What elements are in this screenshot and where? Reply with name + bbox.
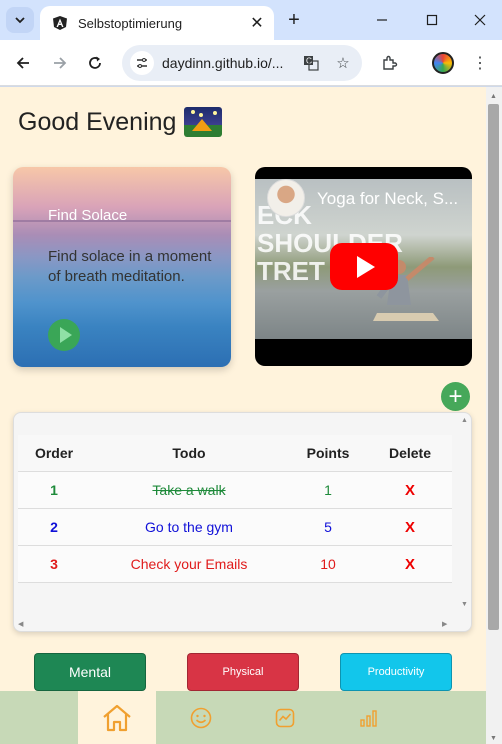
arrow-left-icon <box>16 57 29 69</box>
back-button[interactable] <box>9 49 37 77</box>
table-horizontal-scrollbar[interactable]: ◀ ▶ <box>14 617 458 631</box>
tab-search-button[interactable] <box>6 7 34 33</box>
productivity-label: Productivity <box>367 666 425 678</box>
extensions-icon[interactable] <box>376 49 404 77</box>
points-cell: 10 <box>320 556 336 572</box>
tab-close-icon[interactable]: ✕ <box>246 12 268 34</box>
browser-toolbar: daydinn.github.io/... G ☆ ⋮ <box>0 40 502 86</box>
table-row: 1 Take a walk 1 X <box>18 472 452 509</box>
channel-avatar[interactable] <box>267 179 305 217</box>
delete-button[interactable]: X <box>368 482 452 499</box>
order-cell: 2 <box>50 519 58 535</box>
play-icon[interactable] <box>48 319 80 351</box>
points-cell: 1 <box>324 482 332 498</box>
maximize-icon <box>426 14 438 26</box>
bottom-navigation <box>0 691 486 744</box>
smiley-icon <box>190 707 212 728</box>
header-order: Order <box>34 445 74 461</box>
more-menu-icon[interactable]: ⋮ <box>466 49 494 77</box>
youtube-embed[interactable]: ECK SHOULDER TRET Yoga for Neck, S... <box>255 167 472 366</box>
header-todo: Todo <box>172 445 206 461</box>
physical-label: Physical <box>222 666 264 678</box>
meditation-card: Find Solace Find solace in a moment of b… <box>13 167 231 367</box>
site-settings-icon[interactable] <box>130 51 154 75</box>
bookmark-star-icon[interactable]: ☆ <box>330 50 356 76</box>
scroll-left-icon[interactable]: ◀ <box>18 620 23 628</box>
table-row: 3 Check your Emails 10 X <box>18 546 452 583</box>
reload-icon <box>89 56 101 69</box>
delete-button[interactable]: X <box>368 519 452 536</box>
close-icon <box>474 14 486 26</box>
todo-table: Order Todo Points Delete 1 Take a walk 1… <box>18 435 452 583</box>
chart-line-icon <box>275 708 295 727</box>
physical-button[interactable]: Physical <box>187 653 299 691</box>
page-scrollbar-thumb[interactable] <box>488 104 499 630</box>
youtube-play-icon[interactable] <box>330 243 398 290</box>
todo-cell[interactable]: Take a walk <box>90 482 288 498</box>
nav-mood[interactable] <box>162 691 240 744</box>
table-row: 2 Go to the gym 5 X <box>18 509 452 546</box>
order-cell: 1 <box>50 482 58 498</box>
add-todo-button[interactable]: + <box>441 382 470 411</box>
delete-button[interactable]: X <box>368 556 452 573</box>
table-vertical-scrollbar[interactable]: ▲ ▼ <box>457 413 471 619</box>
greeting-text: Good Evening <box>18 107 177 136</box>
header-points: Points <box>306 445 350 461</box>
browser-tab[interactable]: Selbstoptimierung ✕ <box>40 6 274 40</box>
order-cell: 3 <box>50 556 58 572</box>
angular-icon <box>53 16 67 30</box>
todo-table-container: Order Todo Points Delete 1 Take a walk 1… <box>13 412 472 632</box>
tab-title: Selbstoptimierung <box>78 15 183 31</box>
video-title[interactable]: Yoga for Neck, S... <box>317 189 458 209</box>
reload-button[interactable] <box>81 49 109 77</box>
url-text[interactable]: daydinn.github.io/... <box>162 55 298 71</box>
nav-home[interactable] <box>78 691 156 744</box>
todo-cell[interactable]: Check your Emails <box>90 556 288 572</box>
address-bar[interactable]: daydinn.github.io/... G ☆ <box>122 45 362 81</box>
productivity-button[interactable]: Productivity <box>340 653 452 691</box>
minimize-icon <box>377 19 387 21</box>
minimize-button[interactable] <box>364 6 400 34</box>
nav-trends[interactable] <box>246 691 324 744</box>
greeting-heading: Good Evening <box>18 107 223 137</box>
header-delete: Delete <box>388 445 432 461</box>
page-scroll-down-icon[interactable]: ▼ <box>488 732 499 744</box>
profile-avatar[interactable] <box>432 52 454 74</box>
todo-cell[interactable]: Go to the gym <box>90 519 288 535</box>
points-cell: 5 <box>324 519 332 535</box>
night-camping-icon <box>184 107 223 137</box>
bar-chart-icon <box>360 709 377 727</box>
card-description: Find solace in a moment of breath medita… <box>48 248 212 285</box>
table-header-row: Order Todo Points Delete <box>18 435 452 472</box>
forward-button[interactable] <box>46 49 74 77</box>
mental-button[interactable]: Mental <box>34 653 146 691</box>
nav-stats[interactable] <box>330 691 408 744</box>
new-tab-button[interactable]: + <box>282 8 306 32</box>
home-icon <box>103 704 131 731</box>
maximize-button[interactable] <box>414 6 450 34</box>
page-content: Good Evening Find Solace Find solace in … <box>0 87 486 744</box>
browser-tab-bar: Selbstoptimierung ✕ + <box>0 0 502 40</box>
mental-label: Mental <box>68 664 112 680</box>
chevron-down-icon <box>15 17 25 24</box>
translate-icon[interactable]: G <box>298 50 324 76</box>
close-window-button[interactable] <box>462 6 498 34</box>
scroll-right-icon[interactable]: ▶ <box>442 620 447 628</box>
scroll-down-icon[interactable]: ▼ <box>461 601 468 608</box>
arrow-right-icon <box>54 57 67 69</box>
card-title: Find Solace <box>48 207 128 224</box>
page-scroll-up-icon[interactable]: ▲ <box>488 90 499 102</box>
scroll-up-icon[interactable]: ▲ <box>461 417 468 424</box>
